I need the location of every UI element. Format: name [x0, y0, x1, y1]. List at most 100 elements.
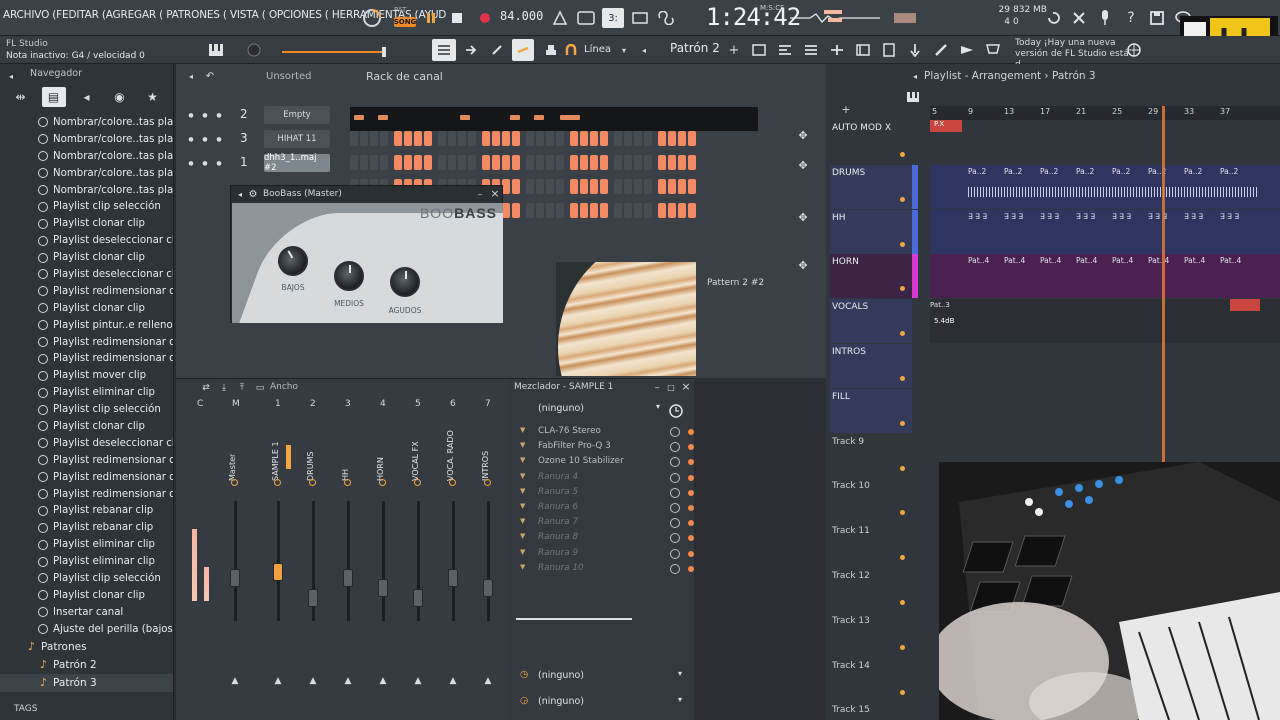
history-item[interactable]: Playlist clip selección — [0, 198, 173, 215]
step-button[interactable] — [644, 203, 652, 218]
slot-enable-led[interactable] — [688, 459, 694, 466]
mixer-track-label[interactable]: SAMPLE 1 — [271, 427, 285, 481]
step-button[interactable] — [424, 155, 432, 170]
step-button[interactable] — [512, 131, 520, 146]
playlist-track-header[interactable]: Track 9 — [830, 434, 912, 478]
mixer-track-label[interactable]: VOCA. RADO — [446, 427, 460, 481]
history-item[interactable]: Playlist rebanar clip — [0, 502, 173, 519]
step-button[interactable] — [600, 203, 608, 218]
step-button[interactable] — [688, 155, 696, 170]
mixer-column-number[interactable]: 1 — [275, 399, 281, 409]
track-mute-led[interactable] — [900, 286, 905, 292]
mixer-track-knob[interactable] — [449, 479, 456, 486]
playlist-track-header[interactable]: Track 11 — [830, 523, 912, 567]
playlist-track-header[interactable]: Track 10 — [830, 478, 912, 522]
channel-solo-icon[interactable]: ● — [214, 156, 224, 170]
mixer-layout-icon[interactable]: ▭ — [254, 381, 266, 395]
mixer-track-label[interactable]: HH — [341, 427, 355, 481]
step-button[interactable] — [580, 179, 588, 194]
plugin-menu-icon[interactable]: ◂ — [235, 187, 245, 201]
route-arrow-icon[interactable]: ✥ — [796, 158, 810, 172]
mixer-send-arrow-icon[interactable]: ▲ — [271, 675, 285, 687]
channel-solo-icon[interactable]: ● — [214, 108, 224, 122]
song-mode-button[interactable]: SONG — [394, 17, 416, 27]
step-button[interactable] — [492, 131, 500, 146]
history-item[interactable]: Nombrar/colore..tas playlist — [0, 182, 173, 199]
slot-mix-knob[interactable] — [670, 518, 680, 529]
track-mute-led[interactable] — [900, 331, 905, 337]
step-button[interactable] — [536, 155, 544, 170]
slot-mix-knob[interactable] — [670, 503, 680, 513]
history-item[interactable]: Playlist deseleccionar clip — [0, 266, 173, 283]
pat-mode-label[interactable]: PAT — [394, 6, 406, 14]
step-button[interactable] — [360, 155, 368, 170]
step-button[interactable] — [600, 179, 608, 194]
slot-mix-knob[interactable] — [670, 457, 680, 468]
step-button[interactable] — [468, 155, 476, 170]
mixer-fader[interactable] — [273, 563, 283, 581]
playlist-track-header[interactable]: Track 13 — [830, 613, 912, 657]
browser-pattern-item[interactable]: ♪ Patrón 2 — [0, 656, 173, 674]
channel-led-icon[interactable]: ● — [186, 108, 196, 122]
step-button[interactable] — [678, 179, 686, 194]
step-button[interactable] — [570, 131, 578, 146]
history-item[interactable]: Playlist clip selección — [0, 401, 173, 418]
channel-name-button[interactable]: HIHAT 11 — [264, 130, 330, 148]
step-button[interactable] — [634, 131, 642, 146]
rack-undo-icon[interactable]: ↶ — [204, 66, 216, 86]
track-mute-led[interactable] — [900, 555, 905, 561]
playlist-view-icon[interactable] — [432, 39, 456, 61]
step-button[interactable] — [350, 131, 358, 146]
step-button[interactable] — [350, 155, 358, 170]
mixer-track-label[interactable]: HORN — [376, 427, 390, 481]
plugin-gear-icon[interactable]: ⚙ — [247, 187, 259, 201]
mixer-fader[interactable] — [343, 569, 353, 587]
mixer-fader[interactable] — [230, 569, 240, 587]
slot-mix-knob[interactable] — [670, 487, 680, 498]
mixer-column-number[interactable]: 4 — [380, 399, 386, 409]
playlist-track-header[interactable]: AUTO MOD X — [830, 120, 912, 164]
mixer-fader[interactable] — [448, 569, 458, 587]
step-button[interactable] — [570, 203, 578, 218]
route-arrow-icon[interactable]: ✥ — [796, 258, 810, 272]
step-button[interactable] — [512, 203, 520, 218]
mixer-fader[interactable] — [483, 579, 493, 597]
track-mute-led[interactable] — [900, 152, 905, 157]
step-button[interactable] — [688, 203, 696, 218]
chevron-down-icon[interactable]: ▾ — [618, 40, 630, 60]
slot-mix-knob[interactable] — [670, 533, 680, 544]
pause-button[interactable] — [422, 8, 440, 28]
history-item[interactable]: Playlist redimensionar clip — [0, 283, 173, 300]
step-button[interactable] — [394, 155, 402, 170]
mixer-column-number[interactable]: 2 — [310, 399, 316, 409]
history-item[interactable]: Playlist redimensionar clip — [0, 452, 173, 469]
playlist-lane[interactable] — [930, 389, 1280, 433]
plugin-close-icon[interactable]: × — [489, 186, 501, 200]
history-item[interactable]: Playlist clip selección — [0, 570, 173, 587]
video-player-icon[interactable] — [958, 40, 976, 60]
playlist-lane[interactable] — [930, 344, 1280, 388]
loop-record-icon[interactable] — [656, 8, 676, 28]
track-mute-led[interactable] — [900, 600, 905, 605]
step-button[interactable] — [482, 155, 490, 170]
step-button[interactable] — [658, 203, 666, 218]
step-button[interactable] — [536, 179, 544, 194]
pattern-clip[interactable]: Pa..2 — [968, 167, 1002, 179]
mixer-send-arrow-icon[interactable]: ▲ — [411, 675, 425, 687]
track-mute-led[interactable] — [900, 689, 905, 695]
pencil-icon[interactable] — [488, 40, 506, 60]
step-button[interactable] — [580, 203, 588, 218]
boobass-title[interactable]: BooBass (Master) — [231, 186, 502, 203]
pattern-clip[interactable]: ∃ ∃ ∃ — [1148, 212, 1182, 226]
slots-maximize-icon[interactable]: □ — [666, 380, 676, 394]
pattern-clip[interactable]: Pat..4 — [968, 256, 1002, 268]
browser-menu-icon[interactable]: ◂ — [6, 66, 16, 86]
playlist-lane[interactable]: Pat..4 Pat..4 Pat..4 Pat..4 Pat..4 Pat..4 Pat.… — [930, 254, 1280, 299]
step-button[interactable] — [634, 203, 642, 218]
channel-mute-icon[interactable]: ● — [200, 108, 210, 122]
step-button[interactable] — [570, 179, 578, 194]
step-button[interactable] — [468, 131, 476, 146]
slot-enable-led[interactable] — [688, 429, 694, 435]
tools-icon[interactable] — [1070, 8, 1088, 28]
step-button[interactable] — [448, 131, 456, 146]
